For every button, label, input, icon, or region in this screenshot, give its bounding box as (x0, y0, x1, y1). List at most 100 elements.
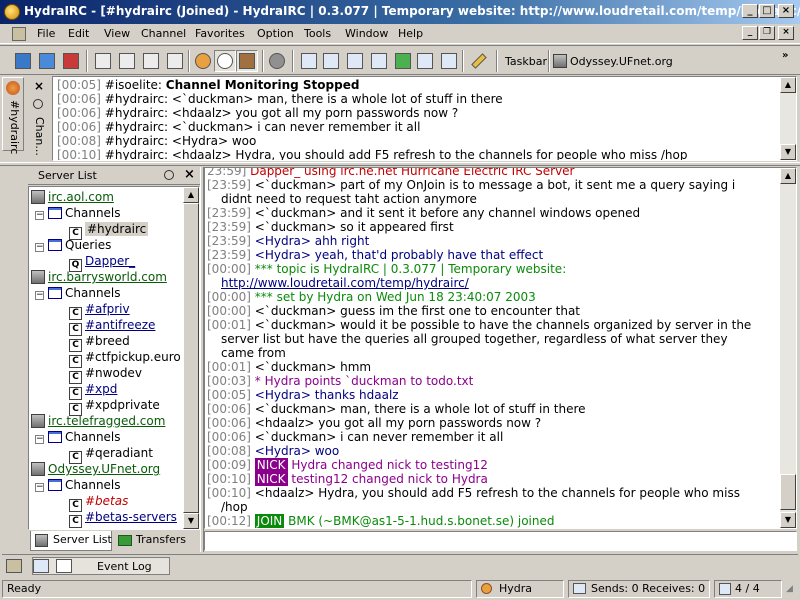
connect-icon[interactable] (12, 50, 34, 72)
query-node[interactable]: Q Dapper_ (69, 253, 135, 272)
minimize-button[interactable]: _ (742, 4, 758, 18)
group-node[interactable]: − Channels (35, 429, 121, 445)
close-monitor-icon[interactable]: × (34, 79, 44, 93)
group-node[interactable]: − Queries (35, 237, 111, 253)
channel-node[interactable]: C #hydrairc (69, 221, 149, 240)
server-tree[interactable]: irc.aol.com − Channels C #hydrairc − Queries Q D… (28, 186, 200, 530)
tree-scroll-thumb[interactable] (183, 203, 199, 513)
chat-scroll-down[interactable]: ▼ (780, 512, 796, 528)
tree-scroll-down[interactable]: ▼ (183, 513, 199, 529)
channel-monitor-pane[interactable]: [00:05] #isoelite: Channel Monitoring St… (52, 76, 797, 161)
horizontal-splitter[interactable] (0, 162, 800, 166)
collapse-icon[interactable]: − (35, 483, 44, 492)
server-node[interactable]: irc.aol.com (31, 189, 114, 205)
mdi-child-icon[interactable] (12, 27, 26, 41)
window-5-icon[interactable] (392, 50, 414, 72)
find-icon[interactable] (214, 50, 236, 72)
group-node[interactable]: − Channels (35, 285, 121, 301)
channel-node[interactable]: C #qeradiant (69, 445, 153, 464)
chat-pane[interactable]: 23:59] Dapper_ using irc.he.net Hurrican… (204, 167, 797, 529)
server-name[interactable]: irc.telefragged.com (48, 414, 165, 428)
tree-scroll-up[interactable]: ▲ (183, 187, 199, 203)
title-bar[interactable]: HydraIRC - [#hydrairc (Joined) - HydraIR… (0, 0, 800, 24)
menu-edit[interactable]: Edit (68, 27, 89, 40)
channel-node[interactable]: C #nwodev (69, 365, 142, 384)
menu-option[interactable]: Option (257, 27, 294, 40)
channel-node[interactable]: C #betas (69, 493, 128, 512)
menu-help[interactable]: Help (398, 27, 423, 40)
collapse-icon[interactable]: − (35, 243, 44, 252)
collapse-icon[interactable]: − (35, 435, 44, 444)
menu-window[interactable]: Window (345, 27, 388, 40)
server-name[interactable]: irc.aol.com (48, 190, 114, 204)
collapse-icon[interactable]: − (35, 211, 44, 220)
menu-channel[interactable]: Channel (141, 27, 186, 40)
disconnect-icon[interactable] (60, 50, 82, 72)
timestamp: [00:00] (207, 262, 251, 276)
pencil-icon[interactable] (468, 50, 490, 72)
scroll-down-button[interactable]: ▼ (780, 144, 796, 160)
chat-scroll-thumb[interactable] (780, 474, 796, 510)
window-list-icon[interactable] (6, 559, 22, 573)
chat-scrollbar[interactable]: ▲ ▼ (780, 168, 796, 528)
toolbar-overflow-icon[interactable]: » (782, 50, 788, 61)
window-7-icon[interactable] (438, 50, 460, 72)
monitor-tab-label[interactable]: Chan... (33, 117, 46, 156)
tree-scrollbar[interactable]: ▲ ▼ (183, 187, 199, 529)
arrange-icon[interactable] (164, 50, 186, 72)
tile-horizontal-icon[interactable] (92, 50, 114, 72)
tab-server-list[interactable]: Server List (30, 531, 112, 551)
channel-node[interactable]: C #breed (69, 333, 130, 352)
server-window-icon[interactable] (33, 559, 49, 573)
pin-icon[interactable] (164, 170, 174, 180)
mdi-close-button[interactable]: × (778, 26, 794, 40)
window-2-icon[interactable] (320, 50, 342, 72)
server-node[interactable]: irc.barrysworld.com (31, 269, 167, 285)
close-panel-icon[interactable]: × (184, 167, 195, 182)
group-node[interactable]: − Channels (35, 205, 121, 221)
event-log-tab[interactable]: Event Log (32, 557, 170, 575)
notes-icon[interactable] (236, 50, 258, 72)
channel-node[interactable]: C #ctfpickup.euro (69, 349, 181, 368)
server-node[interactable]: irc.telefragged.com (31, 413, 165, 429)
channel-node[interactable]: C #xpd (69, 381, 117, 400)
tab-transfers[interactable]: Transfers (114, 531, 196, 551)
app-icon[interactable] (4, 4, 20, 20)
channel-node[interactable]: C #antifreeze (69, 317, 155, 336)
chat-link[interactable]: http://www.loudretail.com/temp/hydrairc/ (221, 276, 469, 290)
pin-icon[interactable] (33, 99, 43, 109)
maximize-button[interactable]: □ (759, 4, 775, 18)
users-icon[interactable] (192, 50, 214, 72)
options-icon[interactable] (266, 50, 288, 72)
cascade-icon[interactable] (140, 50, 162, 72)
channel-node[interactable]: C #afpriv (69, 301, 130, 320)
tile-vertical-icon[interactable] (116, 50, 138, 72)
taskbar-server-button[interactable]: Odyssey.UFnet.org (570, 55, 673, 68)
monitor-scrollbar[interactable]: ▲ ▼ (780, 77, 796, 160)
server-name[interactable]: irc.barrysworld.com (48, 270, 167, 284)
window-6-icon[interactable] (414, 50, 436, 72)
collapse-icon[interactable]: − (35, 291, 44, 300)
menu-view[interactable]: View (104, 27, 130, 40)
menu-tools[interactable]: Tools (304, 27, 331, 40)
window-4-icon[interactable] (368, 50, 390, 72)
mdi-minimize-button[interactable]: _ (742, 26, 758, 40)
mdi-restore-button[interactable]: ❐ (759, 26, 775, 40)
server-node[interactable]: Odyssey.UFnet.org (31, 461, 160, 477)
menu-favorites[interactable]: Favorites (195, 27, 245, 40)
channel-node[interactable]: C #betas-servers (69, 509, 177, 528)
chat-input[interactable] (204, 531, 797, 551)
size-grip-icon[interactable]: ◢ (786, 584, 793, 594)
channel-side-tab[interactable]: #hydrairc (2, 77, 24, 154)
window-1-icon[interactable] (298, 50, 320, 72)
menu-file[interactable]: File (37, 27, 55, 40)
scroll-up-button[interactable]: ▲ (780, 77, 796, 93)
server-name[interactable]: Odyssey.UFnet.org (48, 462, 160, 476)
channel-node[interactable]: C #xpdprivate (69, 397, 160, 416)
chat-scroll-up[interactable]: ▲ (780, 168, 796, 184)
log-icon[interactable] (56, 559, 72, 573)
connect-all-icon[interactable] (36, 50, 58, 72)
window-3-icon[interactable] (344, 50, 366, 72)
group-node[interactable]: − Channels (35, 477, 121, 493)
close-button[interactable]: × (778, 4, 794, 18)
